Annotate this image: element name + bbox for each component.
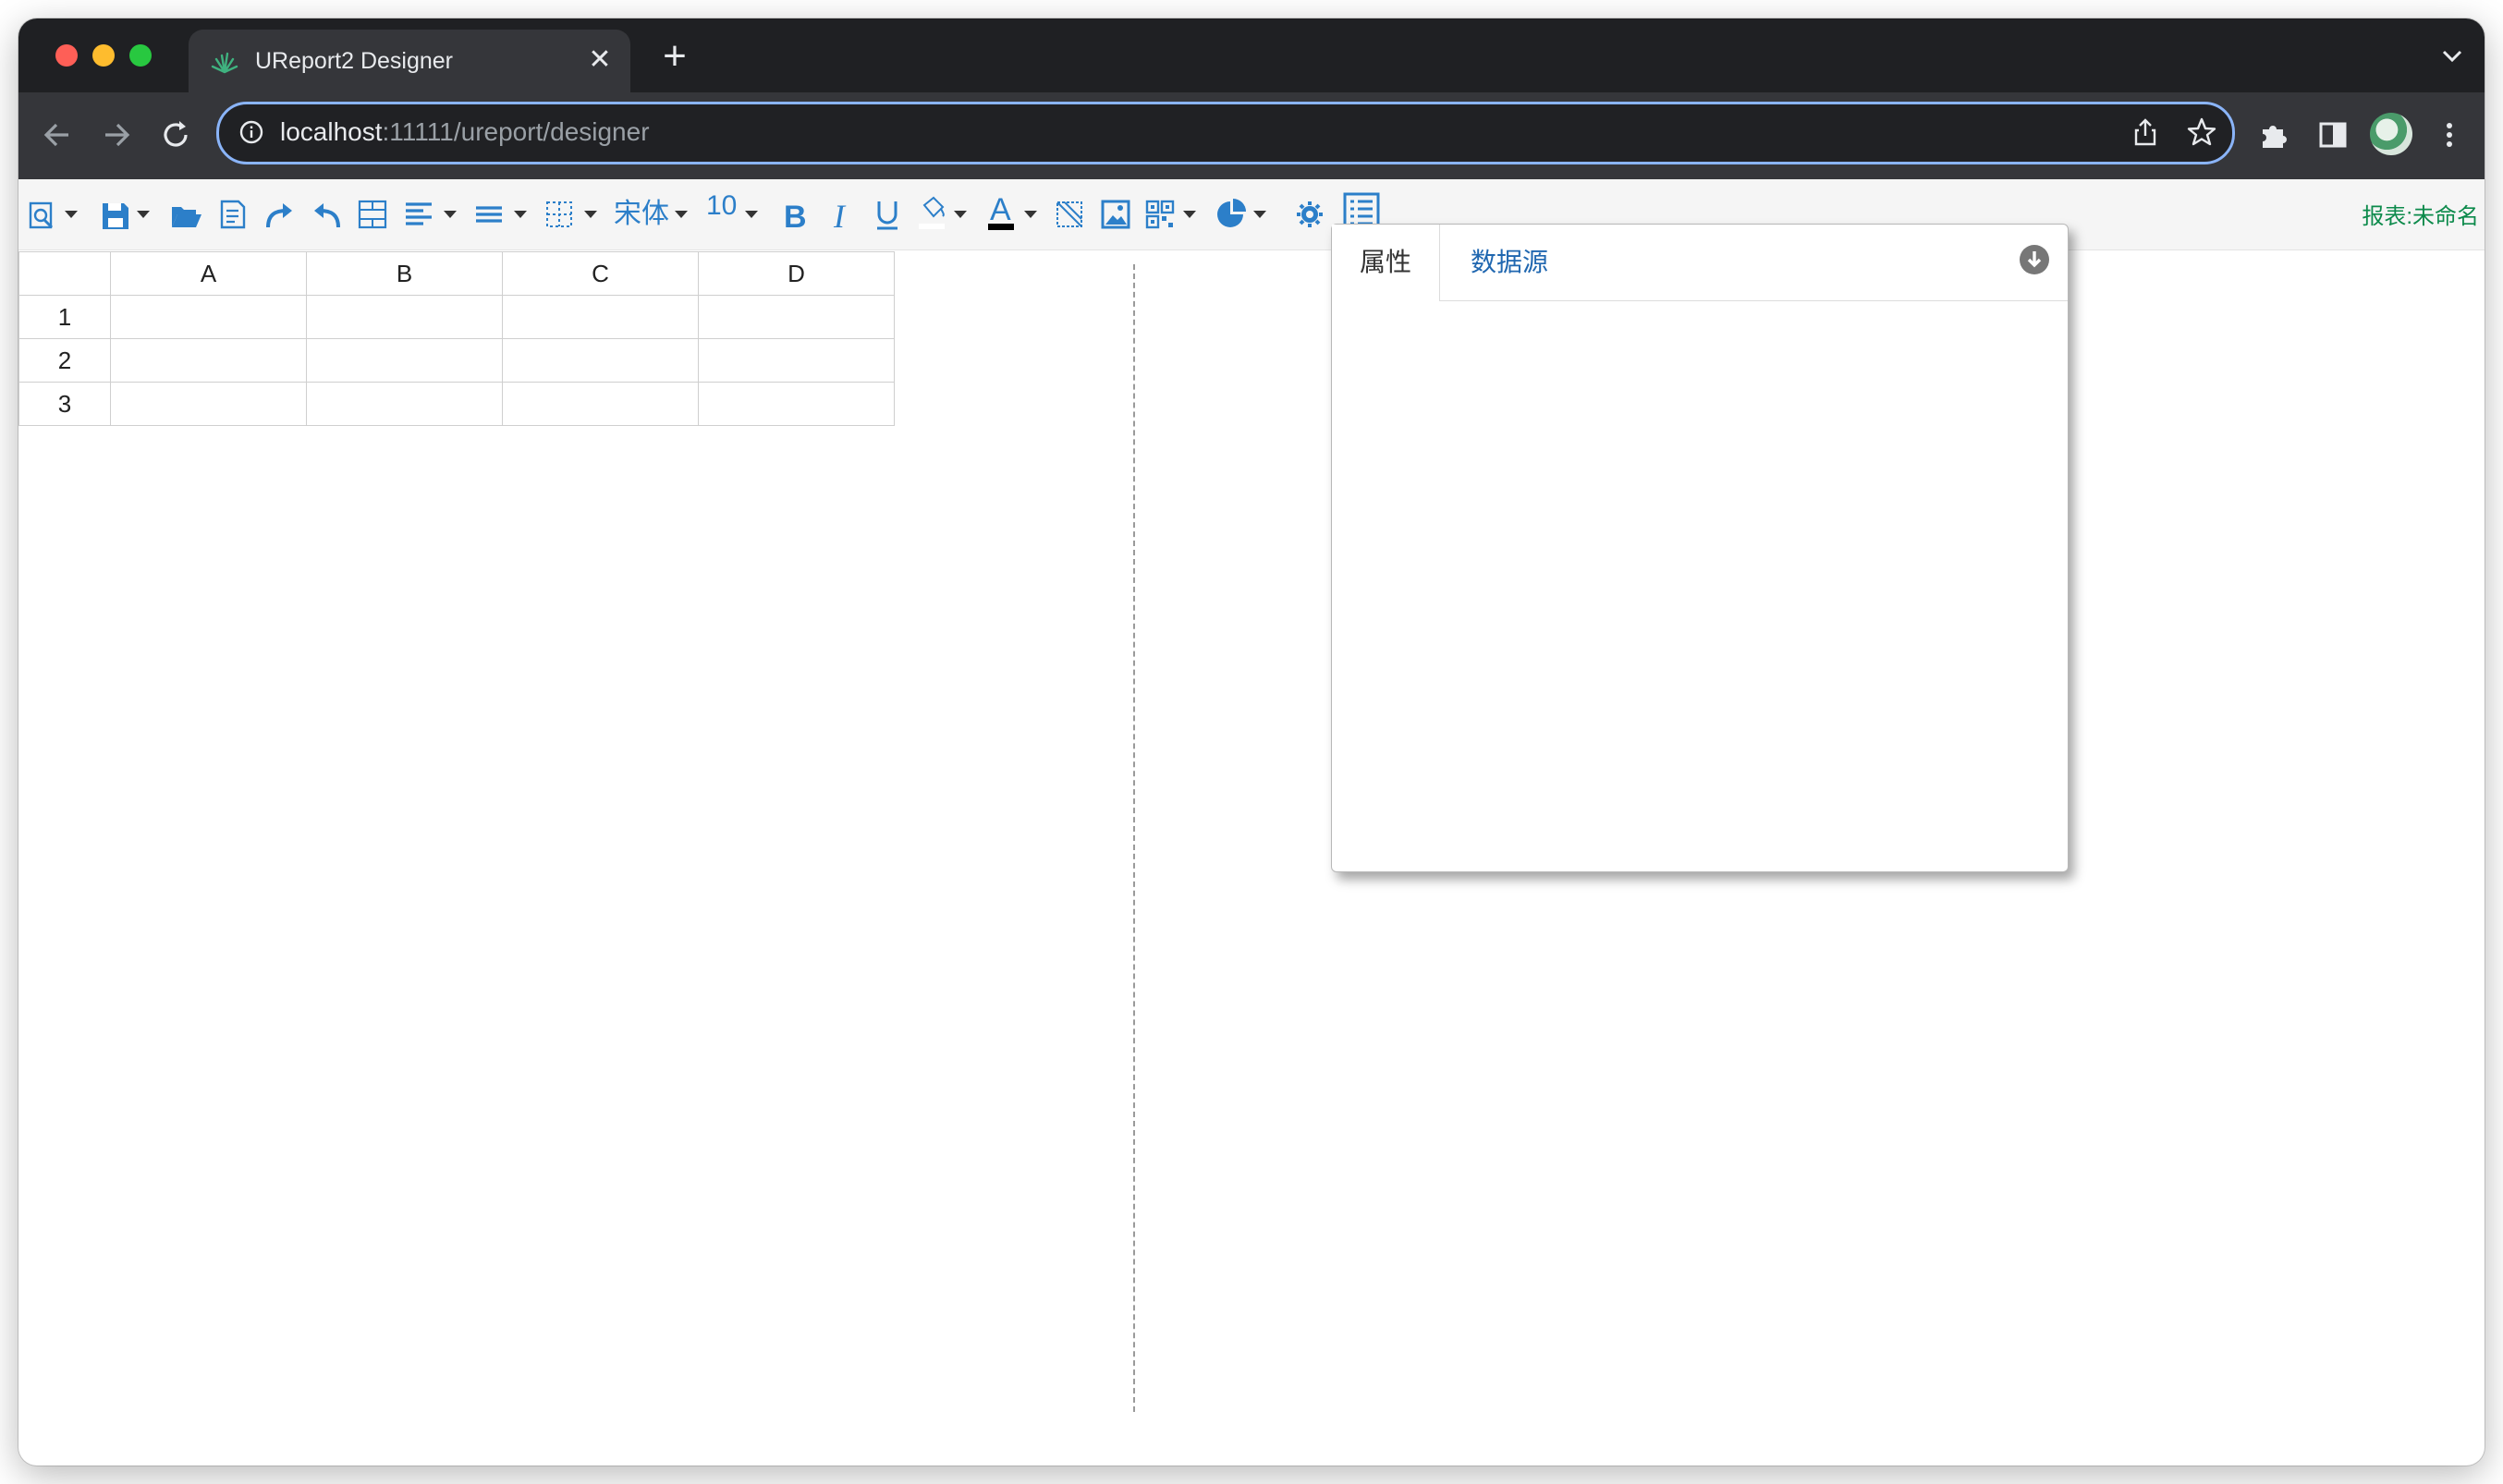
tab-bar: UReport2 Designer ✕ + [18, 18, 2485, 92]
property-panel: 属性 数据源 [1331, 224, 2069, 872]
bold-icon[interactable]: B [780, 192, 808, 237]
panel-content [1332, 301, 2068, 871]
column-header[interactable]: B [306, 251, 503, 296]
row-header[interactable]: 2 [18, 338, 111, 383]
align-left-icon[interactable] [403, 192, 434, 237]
qrcode-icon[interactable] [1144, 192, 1178, 237]
vertical-align-icon[interactable] [473, 192, 505, 237]
align-dropdown-caret-icon[interactable] [444, 211, 457, 218]
url-text[interactable]: localhost:11111/ureport/designer [280, 117, 650, 147]
grid-cell[interactable] [698, 338, 895, 383]
page-width-splitter[interactable] [1133, 264, 1135, 1412]
maximize-window-button[interactable] [129, 44, 152, 67]
tab-close-icon[interactable]: ✕ [584, 44, 616, 76]
redo-icon[interactable] [264, 192, 296, 237]
merge-cells-icon[interactable] [357, 192, 388, 237]
grid-cell[interactable] [110, 338, 307, 383]
slash-cell-icon[interactable] [1054, 192, 1085, 237]
import-file-icon[interactable] [218, 192, 250, 237]
grid-cell[interactable] [502, 338, 699, 383]
italic-icon[interactable]: I [828, 192, 856, 237]
tab-datasource[interactable]: 数据源 [1443, 225, 1576, 300]
column-header[interactable]: C [502, 251, 699, 296]
undo-icon[interactable] [311, 192, 342, 237]
chart-caret-icon[interactable] [1253, 211, 1266, 218]
svg-text:A: A [990, 192, 1011, 227]
row-header[interactable]: 3 [18, 382, 111, 426]
svg-text:B: B [784, 200, 807, 235]
browser-toolbar: localhost:11111/ureport/designer [18, 92, 2485, 179]
preview-icon[interactable] [28, 192, 59, 237]
url-host: localhost [280, 117, 383, 146]
vertical-align-dropdown-caret-icon[interactable] [514, 211, 527, 218]
close-window-button[interactable] [55, 44, 78, 67]
grid-cell[interactable] [698, 295, 895, 339]
column-header-row: A B C D [18, 251, 895, 296]
minimize-window-button[interactable] [92, 44, 115, 67]
grid-cell[interactable] [110, 295, 307, 339]
browser-window: UReport2 Designer ✕ + localhost:11111/ur… [18, 18, 2485, 1466]
grid-cell[interactable] [698, 382, 895, 426]
table-row: 2 [18, 338, 895, 383]
more-menu-icon[interactable] [2431, 116, 2468, 153]
extensions-puzzle-icon[interactable] [2255, 116, 2292, 153]
grid-cell[interactable] [502, 382, 699, 426]
font-family-select[interactable]: 宋体 [614, 190, 669, 231]
save-icon[interactable] [100, 192, 131, 237]
settings-gear-icon[interactable] [1294, 192, 1325, 237]
tab-properties[interactable]: 属性 [1332, 225, 1441, 301]
border-icon[interactable] [543, 192, 575, 237]
grid-cell[interactable] [306, 382, 503, 426]
row-header[interactable]: 1 [18, 295, 111, 339]
font-size-select[interactable]: 10 [706, 190, 737, 222]
font-family-caret-icon[interactable] [675, 211, 688, 218]
grid-cell[interactable] [110, 382, 307, 426]
browser-tab[interactable]: UReport2 Designer ✕ [189, 30, 630, 92]
bookmark-star-icon[interactable] [2186, 116, 2217, 148]
image-icon[interactable] [1100, 192, 1131, 237]
open-folder-icon[interactable] [170, 192, 203, 237]
column-header[interactable]: A [110, 251, 307, 296]
svg-text:I: I [833, 198, 847, 235]
new-tab-button[interactable]: + [656, 36, 693, 77]
font-color-icon[interactable]: A [985, 192, 1017, 237]
designer-toolbar: 宋体 10 B I A 报表:未命名 [18, 179, 2485, 250]
border-dropdown-caret-icon[interactable] [584, 211, 597, 218]
ureport-favicon-icon [211, 50, 238, 74]
table-row: 1 [18, 295, 895, 339]
grid-cell[interactable] [502, 295, 699, 339]
column-header[interactable]: D [698, 251, 895, 296]
forward-arrow-icon[interactable] [98, 116, 135, 153]
profile-avatar[interactable] [2370, 113, 2412, 155]
grid-corner[interactable] [18, 251, 111, 296]
preview-dropdown-caret-icon[interactable] [65, 211, 78, 218]
address-bar[interactable]: localhost:11111/ureport/designer [216, 102, 2235, 164]
report-name-label: 报表:未命名 [2362, 204, 2479, 229]
tab-search-chevron-icon[interactable] [2438, 44, 2466, 68]
fill-color-icon[interactable] [917, 192, 948, 237]
grid-cell[interactable] [306, 338, 503, 383]
panel-tab-bar: 属性 数据源 [1332, 225, 2068, 301]
site-info-icon[interactable] [238, 118, 265, 146]
fill-color-caret-icon[interactable] [954, 211, 967, 218]
reload-icon[interactable] [157, 116, 194, 153]
tab-title: UReport2 Designer [255, 48, 453, 74]
share-icon[interactable] [2131, 116, 2160, 148]
table-row: 3 [18, 382, 895, 426]
back-arrow-icon[interactable] [39, 116, 76, 153]
qrcode-caret-icon[interactable] [1183, 211, 1196, 218]
underline-icon[interactable] [873, 192, 902, 237]
font-color-caret-icon[interactable] [1024, 211, 1037, 218]
font-size-caret-icon[interactable] [745, 211, 758, 218]
grid-cell[interactable] [306, 295, 503, 339]
side-panel-icon[interactable] [2314, 116, 2351, 153]
save-dropdown-caret-icon[interactable] [137, 211, 150, 218]
chart-icon[interactable] [1215, 192, 1248, 237]
url-path: :11111/ureport/designer [382, 117, 650, 146]
report-grid: A B C D 1 2 3 [18, 251, 895, 426]
collapse-arrow-down-icon[interactable] [2020, 245, 2049, 274]
